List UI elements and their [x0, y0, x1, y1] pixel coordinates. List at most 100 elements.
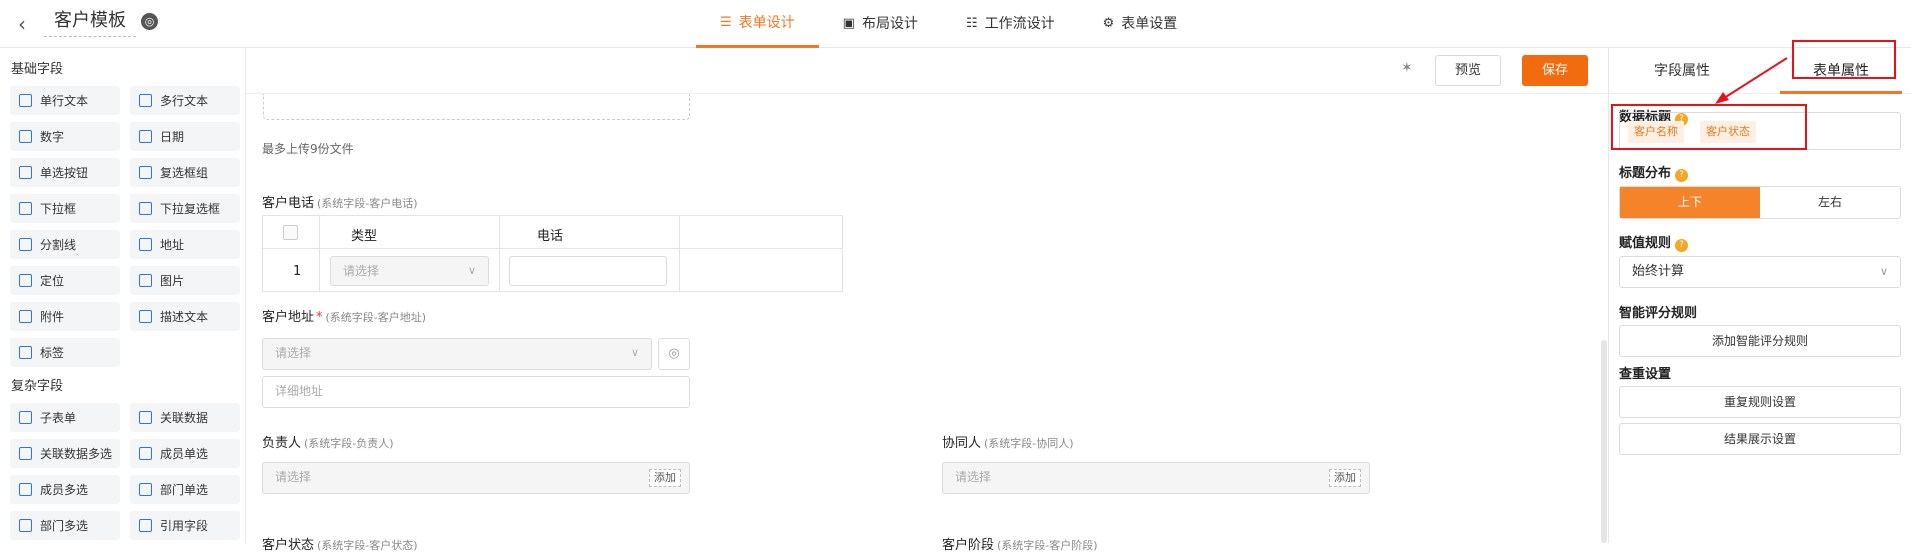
phone-type-select[interactable]: 请选择 ∨ [330, 256, 489, 286]
properties-panel: 字段属性 表单属性 数据标题? 客户名称 客户状态 标题分布? 上下 左右 赋值… [1608, 40, 1911, 543]
select-all-checkbox[interactable] [283, 225, 298, 240]
workflow-icon: ☷ [965, 16, 978, 31]
owner-select[interactable]: 请选择 添加 [262, 462, 690, 494]
field-type-icon [19, 130, 32, 143]
column-header-phone: 电话 [537, 229, 564, 244]
complex-field-2[interactable]: 关联数据多选 [10, 439, 120, 468]
field-type-icon [19, 310, 32, 323]
basic-field-11[interactable]: 图片 [130, 266, 240, 295]
page-title[interactable]: 客户模板 [44, 9, 136, 37]
basic-fields-grid: 单行文本 多行文本 数字 日期 单选按钮 复选框组 下拉框 下拉复选框 分割线 地址 定位 图片 附件描… [10, 86, 240, 367]
location-pin-icon[interactable]: ◎ [658, 338, 690, 370]
annotation-arrow [1715, 57, 1788, 104]
basic-field-10[interactable]: 定位 [10, 266, 120, 295]
owner-add-button[interactable]: 添加 [649, 469, 681, 487]
field-type-icon [139, 483, 152, 496]
canvas-scrollbar[interactable] [1601, 340, 1607, 543]
add-smart-score-button[interactable]: 添加智能评分规则 [1619, 325, 1901, 357]
basic-fields-title: 基础字段 [11, 62, 64, 77]
field-type-icon [19, 447, 32, 460]
complex-field-5[interactable]: 部门单选 [130, 475, 240, 504]
assign-rule-select[interactable]: 始终计算 ∨ [1619, 256, 1901, 288]
annotation-box-tags [1611, 104, 1807, 150]
basic-field-6[interactable]: 下拉框 [10, 194, 120, 223]
basic-field-3[interactable]: 日期 [130, 122, 240, 151]
field-type-icon [19, 166, 32, 179]
field-type-icon [19, 94, 32, 107]
customer-status-label: 客户状态 (系统字段-客户状态) [262, 538, 418, 553]
basic-field-9[interactable]: 地址 [130, 230, 240, 259]
dedup-settings-label: 查重设置 [1619, 367, 1672, 382]
tab-form-settings[interactable]: ⚙ 表单设置 [1079, 0, 1202, 48]
complex-field-6[interactable]: 部门多选 [10, 511, 120, 540]
field-type-icon [139, 274, 152, 287]
basic-field-7[interactable]: 下拉复选框 [130, 194, 240, 223]
collaborator-label: 协同人 (系统字段-协同人) [942, 436, 1074, 451]
field-type-icon [139, 310, 152, 323]
layout-option-vertical[interactable]: 上下 [1620, 187, 1760, 218]
field-type-icon [19, 238, 32, 251]
chevron-left-icon[interactable]: ‹ [18, 12, 26, 36]
field-type-icon [139, 94, 152, 107]
basic-field-13[interactable]: 描述文本 [130, 302, 240, 331]
field-type-icon [19, 411, 32, 424]
tab-layout-design[interactable]: ▣ 布局设计 [819, 0, 942, 48]
complex-field-7[interactable]: 引用字段 [130, 511, 240, 540]
collaborator-select[interactable]: 请选择 添加 [942, 462, 1370, 494]
preview-button[interactable]: 预览 [1435, 55, 1501, 86]
field-type-icon [139, 238, 152, 251]
save-button[interactable]: 保存 [1522, 55, 1588, 86]
field-palette: 基础字段 单行文本 多行文本 数字 日期 单选按钮 复选框组 下拉框 下拉复选框 分割线 地址 定位… [0, 48, 246, 543]
chevron-down-icon: ∨ [1879, 265, 1888, 278]
customer-stage-label: 客户阶段 (系统字段-客户阶段) [942, 538, 1098, 553]
layout-icon: ▣ [842, 16, 855, 31]
form-icon: ☰ [720, 14, 732, 30]
phone-number-input[interactable] [509, 256, 667, 286]
basic-field-4[interactable]: 单选按钮 [10, 158, 120, 187]
customer-address-label: 客户地址 * (系统字段-客户地址) [262, 310, 427, 325]
duplicate-rule-button[interactable]: 重复规则设置 [1619, 386, 1901, 418]
basic-field-5[interactable]: 复选框组 [130, 158, 240, 187]
phone-subtable: 类型 电话 1 请选择 ∨ [262, 215, 843, 292]
help-icon[interactable]: ? [1675, 239, 1689, 252]
basic-field-2[interactable]: 数字 [10, 122, 120, 151]
field-type-icon [139, 411, 152, 424]
complex-field-0[interactable]: 子表单 [10, 403, 120, 432]
layout-option-horizontal[interactable]: 左右 [1760, 187, 1900, 218]
basic-field-12[interactable]: 附件 [10, 302, 120, 331]
complex-field-3[interactable]: 成员单选 [130, 439, 240, 468]
complex-field-1[interactable]: 关联数据 [130, 403, 240, 432]
basic-field-14[interactable]: 标签 [10, 338, 120, 367]
top-bar: ‹ 客户模板 ◎ ☰ 表单设计 ▣ 布局设计 ☷ 工作流设计 ⚙ 表单设置 [0, 0, 1911, 48]
field-type-icon [19, 346, 32, 359]
field-type-icon [139, 202, 152, 215]
tab-workflow-design[interactable]: ☷ 工作流设计 [942, 0, 1079, 48]
address-region-select[interactable]: 请选择 ∨ [262, 338, 652, 370]
field-type-icon [19, 519, 32, 532]
upload-hint: 最多上传9份文件 [262, 142, 354, 156]
column-header-type: 类型 [351, 229, 378, 244]
field-type-icon [139, 166, 152, 179]
globe-icon[interactable]: ◎ [141, 13, 158, 30]
canvas-toolbar: ✶ 预览 保存 [246, 48, 1608, 94]
gear-icon: ⚙ [1102, 16, 1115, 31]
complex-field-4[interactable]: 成员多选 [10, 475, 120, 504]
basic-field-0[interactable]: 单行文本 [10, 86, 120, 115]
basic-field-8[interactable]: 分割线 [10, 230, 120, 259]
basic-field-1[interactable]: 多行文本 [130, 86, 240, 115]
collaborator-add-button[interactable]: 添加 [1329, 469, 1361, 487]
address-detail-input[interactable]: 详细地址 [262, 376, 690, 408]
magic-wand-icon[interactable]: ✶ [1401, 60, 1413, 76]
complex-fields-title: 复杂字段 [11, 379, 64, 394]
field-type-icon [139, 519, 152, 532]
upload-dropzone[interactable] [263, 94, 690, 120]
help-icon[interactable]: ? [1675, 169, 1689, 182]
field-type-icon [19, 274, 32, 287]
design-tabs: ☰ 表单设计 ▣ 布局设计 ☷ 工作流设计 ⚙ 表单设置 [696, 0, 1201, 48]
result-display-button[interactable]: 结果展示设置 [1619, 423, 1901, 455]
form-canvas: ✶ 预览 保存 最多上传9份文件 客户电话 (系统字段-客户电话) 类型 电话 1… [246, 48, 1608, 553]
title-layout-label: 标题分布? [1619, 162, 1689, 182]
smart-score-label: 智能评分规则 [1619, 306, 1698, 321]
tab-form-design[interactable]: ☰ 表单设计 [696, 0, 819, 48]
field-type-icon [19, 202, 32, 215]
